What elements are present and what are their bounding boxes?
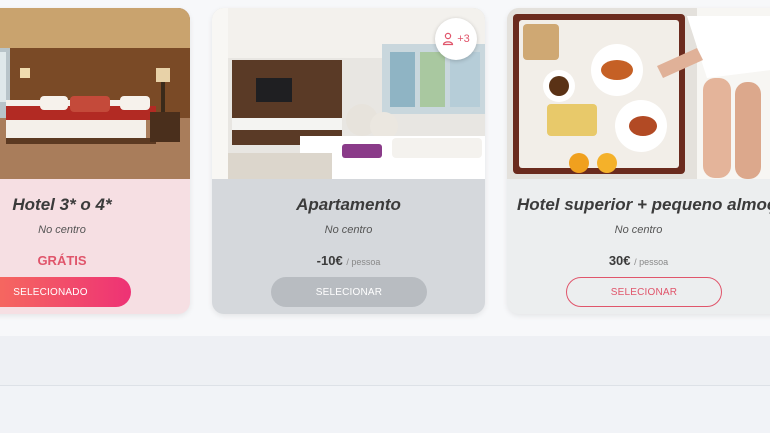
card-price: GRÁTIS — [0, 253, 154, 268]
extra-photos-badge[interactable]: +3 — [435, 18, 477, 60]
breakfast-tray-photo — [507, 8, 770, 179]
price-value: 30€ — [608, 253, 631, 268]
card-location: No centro — [38, 224, 86, 236]
footer-band — [0, 336, 770, 386]
extra-photos-count: +3 — [457, 33, 470, 45]
price-unit: / pessoa — [346, 257, 381, 267]
apartment-photo: +3 — [212, 8, 485, 179]
selected-button[interactable]: SELECIONADO — [0, 277, 131, 307]
card-body: Apartamento No centro -10€ / pessoa SELE… — [212, 179, 485, 314]
select-button[interactable]: SELECIONAR — [271, 277, 427, 307]
price-value: -10€ — [316, 253, 343, 268]
accommodation-card-apartment[interactable]: +3 Apartamento No centro -10€ / pessoa S… — [212, 8, 485, 314]
accommodation-card-superior-hotel[interactable]: Hotel superior + pequeno almoço No centr… — [507, 8, 770, 314]
card-body: Hotel superior + pequeno almoço No centr… — [507, 179, 770, 314]
price-value: GRÁTIS — [37, 253, 87, 268]
user-plus-icon — [443, 32, 454, 46]
hotel-room-photo — [0, 8, 190, 179]
card-title: Apartamento — [296, 195, 401, 214]
card-location: No centro — [324, 224, 373, 236]
card-price: -10€ / pessoa — [212, 253, 485, 268]
card-location: No centro — [614, 224, 663, 236]
card-body: Hotel 3* o 4* No centro GRÁTIS SELECIONA… — [0, 179, 190, 314]
accommodation-card-hotel[interactable]: Hotel 3* o 4* No centro GRÁTIS SELECIONA… — [0, 8, 190, 314]
card-title: Hotel 3* o 4* — [12, 195, 112, 214]
card-price: 30€ / pessoa — [507, 253, 770, 268]
select-button[interactable]: SELECIONAR — [566, 277, 722, 307]
card-title: Hotel superior + pequeno almoço — [517, 195, 770, 214]
price-unit: / pessoa — [634, 257, 669, 267]
